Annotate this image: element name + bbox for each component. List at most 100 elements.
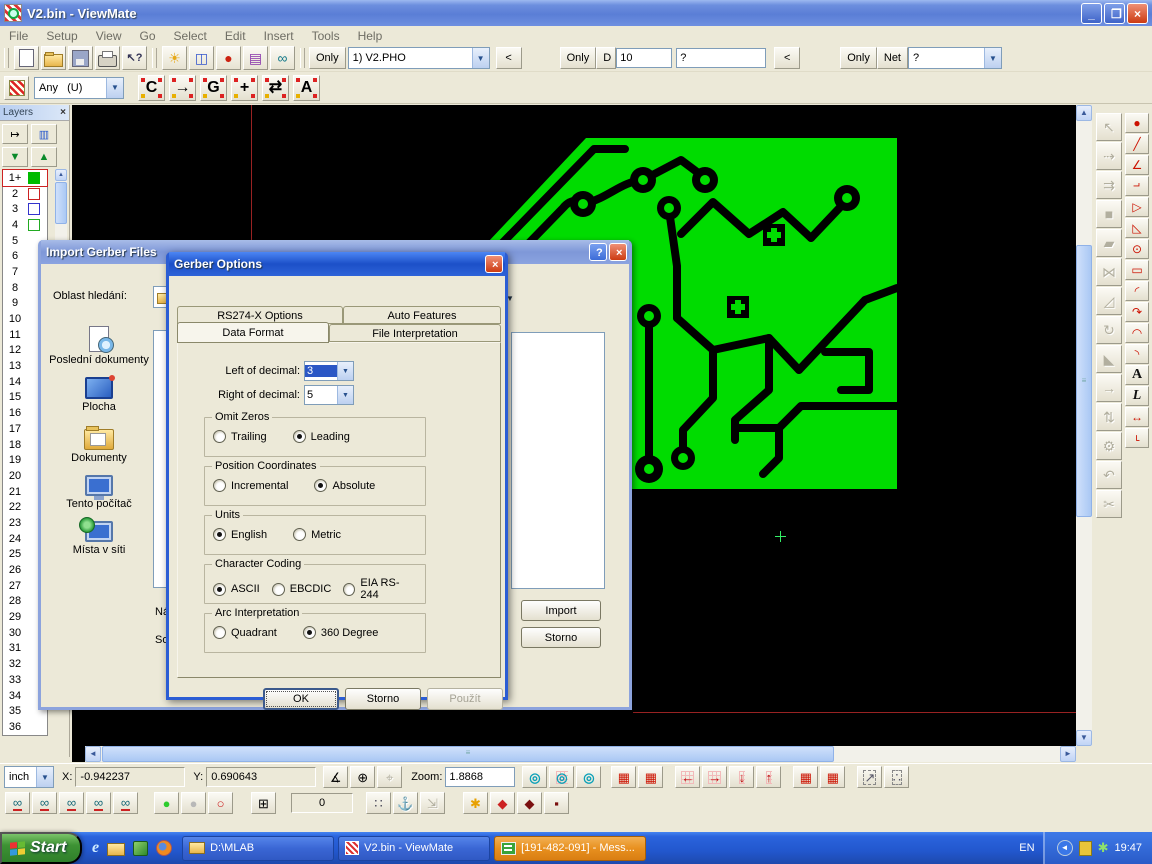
left-decimal-combo[interactable]: 3 ▼ — [304, 361, 354, 381]
dcode-arrow-button[interactable]: → — [169, 75, 196, 101]
prev-dcode-button[interactable]: < — [774, 47, 800, 69]
layers-film-button[interactable]: ▥ — [31, 124, 57, 144]
tab-auto-features[interactable]: Auto Features — [343, 306, 501, 324]
minimize-button[interactable]: _ — [1081, 3, 1102, 24]
radio-option[interactable]: Quadrant — [213, 626, 277, 639]
prev-layer-button[interactable]: < — [496, 47, 522, 69]
zoom-value-input[interactable]: 1.8868 — [445, 767, 515, 787]
dcode-plus-button[interactable]: + — [231, 75, 258, 101]
menu-item[interactable]: Help — [349, 27, 392, 45]
tray-app-icon[interactable]: ✱ — [1098, 840, 1109, 856]
corner2-tool-button[interactable]: ⌐ — [1125, 428, 1149, 448]
dimension-tool-button[interactable]: ↔ — [1125, 407, 1149, 427]
dots-select-button[interactable]: ∴ — [884, 766, 909, 788]
menu-item[interactable]: Edit — [216, 27, 255, 45]
chevron-down-icon[interactable]: ▼ — [337, 362, 353, 380]
snap-points-button[interactable]: ⇲ — [420, 792, 445, 814]
zoom-grid-button[interactable]: ◎ — [549, 766, 574, 788]
restore-button[interactable]: ❐ — [1104, 3, 1125, 24]
colors-button[interactable]: ▤ — [243, 46, 268, 70]
net-label-button[interactable]: Net — [877, 47, 908, 69]
open-file-button[interactable] — [41, 46, 66, 70]
arc-tool-button[interactable]: ◜ — [1125, 281, 1149, 301]
close-button[interactable]: × — [1127, 3, 1148, 24]
cancel-button[interactable]: Storno — [521, 627, 601, 648]
radio-option[interactable]: Metric — [293, 528, 341, 541]
chevron-down-icon[interactable]: ▼ — [106, 78, 123, 98]
select-pad-button[interactable]: ◆ — [490, 792, 515, 814]
menu-item[interactable]: View — [87, 27, 131, 45]
tray-chevron-icon[interactable]: ◄ — [1057, 840, 1073, 856]
align-button[interactable]: ⇅ — [1096, 403, 1122, 431]
place-recent-documents[interactable]: Poslední dokumenty — [49, 326, 149, 366]
context-help-button[interactable]: ↖? — [122, 46, 147, 70]
mirror-button[interactable]: ⋈ — [1096, 258, 1122, 286]
layer-row[interactable]: 36 — [3, 719, 47, 735]
dcode-filter-button[interactable] — [4, 76, 29, 100]
layers-dock-button[interactable]: ↦ — [2, 124, 28, 144]
pan-up-button[interactable]: ↑ — [756, 766, 781, 788]
radio-option[interactable]: Leading — [293, 430, 350, 443]
pan-right-button[interactable]: → — [702, 766, 727, 788]
highlight-outline-button[interactable]: ○ — [208, 792, 233, 814]
move-dcode-button[interactable]: ⇢ — [1096, 142, 1122, 170]
skew-button[interactable]: ◿ — [1096, 287, 1122, 315]
horizontal-scroll-thumb[interactable]: ≡ — [102, 746, 834, 762]
view-outline-button[interactable]: ∞ — [86, 792, 111, 814]
new-file-button[interactable] — [14, 46, 39, 70]
pad-tool-button[interactable]: ● — [1125, 113, 1149, 133]
zoom-in-button[interactable]: ◎ — [522, 766, 547, 788]
print-button[interactable] — [95, 46, 120, 70]
close-icon[interactable]: × — [60, 107, 66, 118]
highlight-on-button[interactable]: ● — [154, 792, 179, 814]
menu-item[interactable]: Setup — [37, 27, 86, 45]
net-combo[interactable]: ? ▼ — [908, 47, 1002, 69]
chevron-down-icon[interactable]: ▼ — [984, 48, 1001, 68]
dcode-g-button[interactable]: G — [200, 75, 227, 101]
dcode-c-button[interactable]: C — [138, 75, 165, 101]
radio-option[interactable]: Absolute — [314, 479, 375, 492]
quicklaunch-folder[interactable] — [107, 840, 125, 856]
menu-item[interactable]: File — [0, 27, 37, 45]
radio-option[interactable]: 360 Degree — [303, 626, 379, 639]
quicklaunch-firefox[interactable] — [156, 840, 172, 856]
stretch-select-button[interactable]: ↗ — [857, 766, 882, 788]
scroll-right-icon[interactable]: ► — [1060, 746, 1076, 762]
resize-button[interactable]: ◣ — [1096, 345, 1122, 373]
help-button[interactable]: ? — [589, 243, 607, 261]
only-dcode-button[interactable]: Only — [560, 47, 597, 69]
scroll-up-icon[interactable]: ▲ — [55, 169, 67, 181]
layer-color-swatch[interactable] — [28, 188, 40, 200]
dot-grid-button[interactable]: ∷ — [366, 792, 391, 814]
move-item-button[interactable]: → — [1096, 374, 1122, 402]
probe-button[interactable]: ⌖ — [377, 766, 402, 788]
text-tool-button[interactable]: A — [1125, 365, 1149, 385]
radio-option[interactable]: English — [213, 528, 267, 541]
radio-option[interactable]: Trailing — [213, 430, 267, 443]
import-button[interactable]: Import — [521, 600, 601, 621]
chevron-down-icon[interactable]: ▼ — [472, 48, 489, 68]
gerber-dialog-titlebar[interactable]: Gerber Options × — [169, 252, 505, 276]
rotate-button[interactable]: ↻ — [1096, 316, 1122, 344]
scroll-down-icon[interactable]: ▼ — [1076, 730, 1092, 746]
rect-tool-button[interactable]: ▭ — [1125, 260, 1149, 280]
polyline-tool-button[interactable]: ∠ — [1125, 155, 1149, 175]
pan-left-button[interactable]: ← — [675, 766, 700, 788]
grid-window-button[interactable]: ▦ — [793, 766, 818, 788]
radio-option[interactable]: EBCDIC — [272, 577, 332, 601]
flash-select-button[interactable]: ✱ — [463, 792, 488, 814]
label-tool-button[interactable]: L — [1125, 386, 1149, 406]
radio-option[interactable]: EIA RS-244 — [343, 577, 413, 601]
layer-row[interactable]: 1+ — [3, 170, 47, 186]
radio-option[interactable]: ASCII — [213, 577, 260, 601]
node-edit-button[interactable]: ✂ — [1096, 490, 1122, 518]
origin-button[interactable]: ⊕ — [350, 766, 375, 788]
close-button[interactable]: × — [609, 243, 627, 261]
view-solid-button[interactable]: ∞ — [59, 792, 84, 814]
fill-rect2-button[interactable]: ▰ — [1096, 229, 1122, 257]
triangle-tool-button[interactable]: ◺ — [1125, 218, 1149, 238]
vertical-scroll-thumb[interactable]: ≡ — [1076, 245, 1092, 517]
tile-windows-button[interactable]: ⊞ — [251, 792, 276, 814]
film-view-button[interactable]: ◫ — [189, 46, 214, 70]
dcode-a-button[interactable]: A — [293, 75, 320, 101]
